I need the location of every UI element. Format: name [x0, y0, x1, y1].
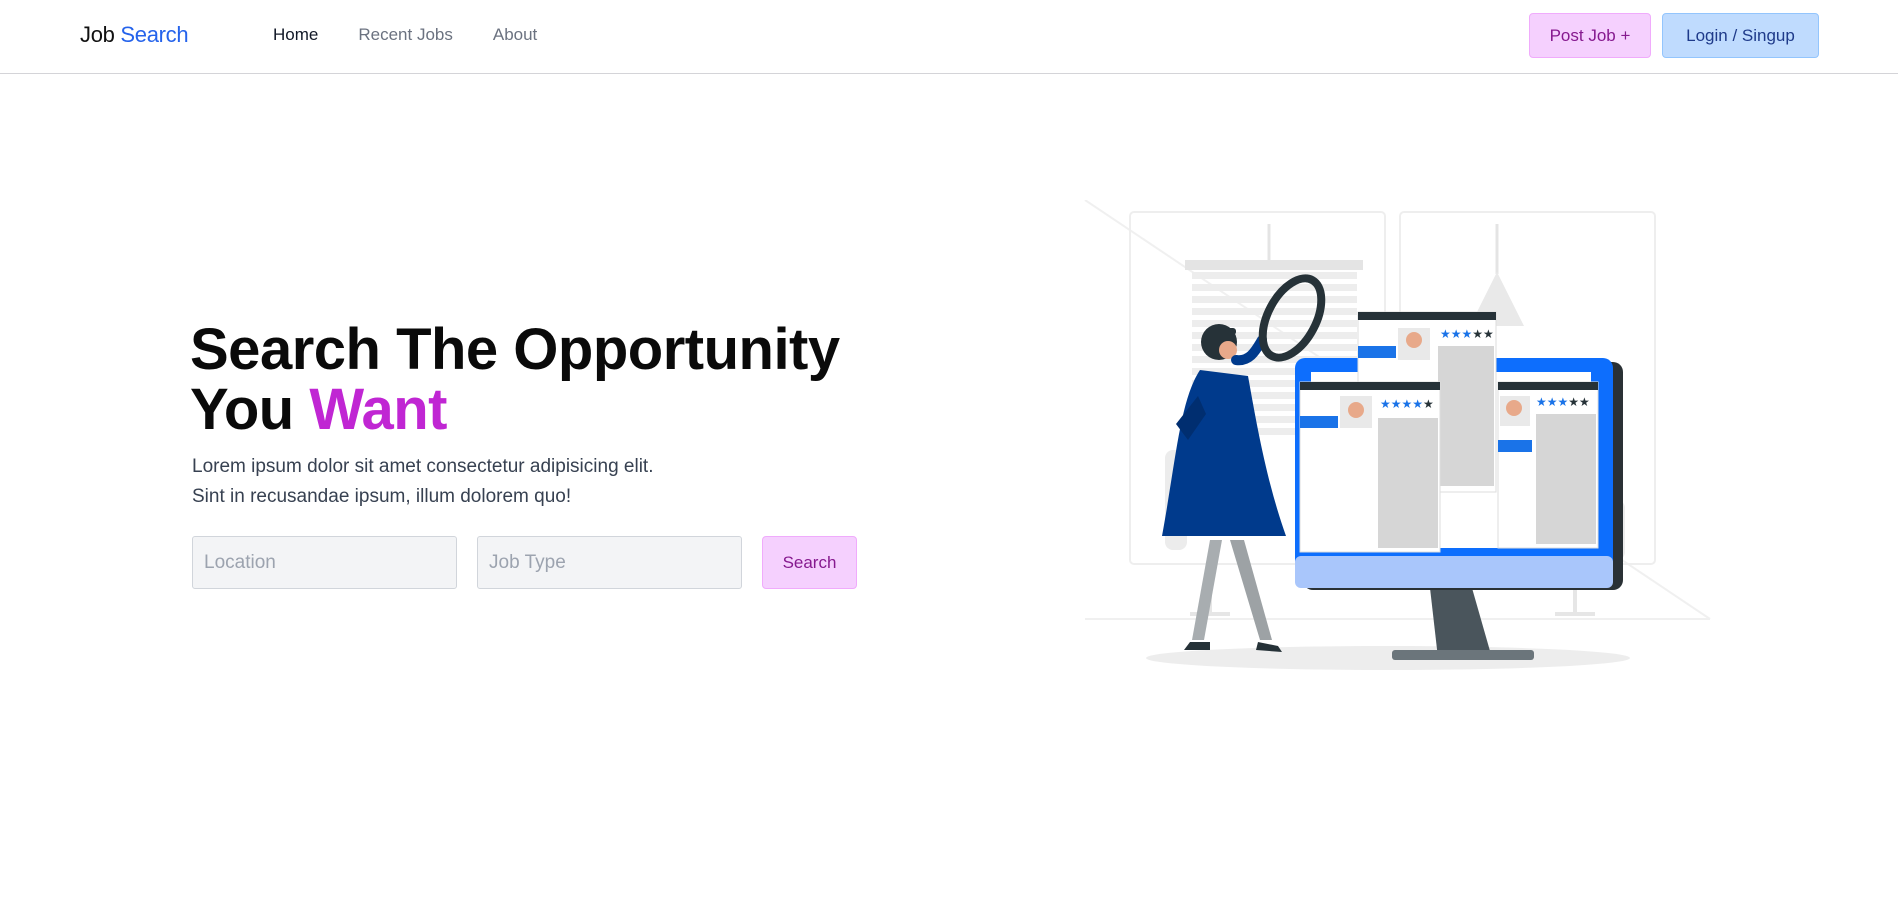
- resume-card-left: ★★★★★: [1299, 381, 1441, 553]
- post-job-button[interactable]: Post Job +: [1529, 13, 1651, 58]
- hero-title: Search The Opportunity You Want: [190, 320, 840, 440]
- svg-text:★★★★★: ★★★★★: [1440, 327, 1494, 341]
- brand-logo-part2: Search: [120, 22, 189, 47]
- main-nav: Home Recent Jobs About: [273, 25, 537, 45]
- floor-shadow: [1146, 646, 1630, 670]
- job-search-illustration: ★★★★★ ★★★★★ ★★★★★: [1084, 200, 1711, 670]
- nav-link-about[interactable]: About: [493, 25, 537, 45]
- svg-text:★★★★★: ★★★★★: [1536, 395, 1590, 409]
- brand-logo[interactable]: Job Search: [80, 22, 189, 48]
- brand-logo-part1: Job: [80, 22, 115, 47]
- hero-title-line1: Search The Opportunity: [190, 317, 840, 382]
- resume-card-right: ★★★★★: [1497, 381, 1599, 549]
- nav-link-recent-jobs[interactable]: Recent Jobs: [358, 25, 453, 45]
- hero-description: Lorem ipsum dolor sit amet consectetur a…: [192, 452, 752, 512]
- hero-title-accent: Want: [309, 377, 447, 442]
- hero-desc-line1: Lorem ipsum dolor sit amet consectetur a…: [192, 456, 654, 477]
- svg-text:★★★★★: ★★★★★: [1380, 397, 1434, 411]
- login-signup-button[interactable]: Login / Singup: [1662, 13, 1819, 58]
- top-navbar: Job Search Home Recent Jobs About Post J…: [0, 0, 1898, 74]
- ceiling-lamp: [1470, 224, 1524, 326]
- search-button[interactable]: Search: [762, 536, 857, 589]
- hero-desc-line2: Sint in recusandae ipsum, illum dolorem …: [192, 486, 572, 507]
- nav-link-home[interactable]: Home: [273, 25, 318, 45]
- hero-title-prefix: You: [190, 377, 294, 442]
- location-input[interactable]: [192, 536, 457, 589]
- job-type-input[interactable]: [477, 536, 742, 589]
